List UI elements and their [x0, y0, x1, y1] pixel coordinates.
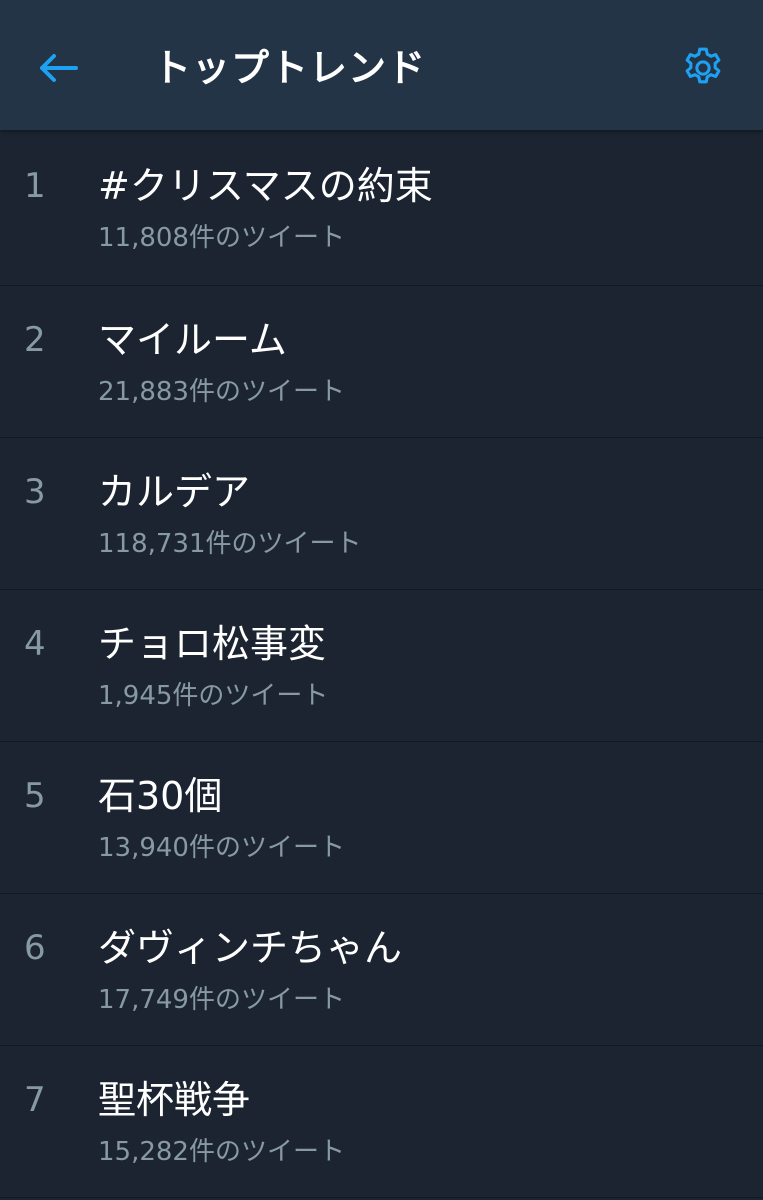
- trend-item[interactable]: 1 #クリスマスの約束 11,808件のツイート: [0, 132, 763, 286]
- top-app-bar: トップトレンド: [0, 0, 763, 130]
- trend-name: #クリスマスの約束: [98, 164, 433, 208]
- trend-item[interactable]: 5 石30個 13,940件のツイート: [0, 742, 763, 894]
- trend-tweet-count: 118,731件のツイート: [98, 529, 362, 559]
- trend-rank: 6: [24, 928, 46, 968]
- trend-item[interactable]: 6 ダヴィンチちゃん 17,749件のツイート: [0, 894, 763, 1046]
- trend-item[interactable]: 4 チョロ松事変 1,945件のツイート: [0, 590, 763, 742]
- trend-tweet-count: 21,883件のツイート: [98, 377, 345, 407]
- arrow-left-icon: [40, 54, 78, 82]
- trend-rank: 3: [24, 472, 46, 512]
- trend-item[interactable]: 3 カルデア 118,731件のツイート: [0, 438, 763, 590]
- trend-rank: 4: [24, 624, 46, 664]
- trend-name: マイルーム: [98, 318, 287, 362]
- trend-rank: 2: [24, 320, 46, 360]
- trend-tweet-count: 17,749件のツイート: [98, 985, 345, 1015]
- trend-name: カルデア: [98, 470, 251, 514]
- trend-rank: 5: [24, 776, 46, 816]
- trend-list: 1 #クリスマスの約束 11,808件のツイート 2 マイルーム 21,883件…: [0, 132, 763, 1198]
- trend-name: 石30個: [98, 774, 223, 818]
- trend-rank: 7: [24, 1080, 46, 1120]
- trend-item[interactable]: 7 聖杯戦争 15,282件のツイート: [0, 1046, 763, 1198]
- trend-item[interactable]: 2 マイルーム 21,883件のツイート: [0, 286, 763, 438]
- trend-tweet-count: 11,808件のツイート: [98, 223, 345, 253]
- trends-screen: トップトレンド 1 #クリスマスの約束 11,808件のツイート 2 マイルーム…: [0, 0, 763, 1200]
- trend-tweet-count: 15,282件のツイート: [98, 1137, 345, 1167]
- trend-name: チョロ松事変: [98, 622, 327, 666]
- trend-name: ダヴィンチちゃん: [98, 926, 403, 970]
- page-title: トップトレンド: [153, 46, 427, 90]
- trend-rank: 1: [24, 166, 46, 206]
- gear-icon: [685, 47, 721, 84]
- trend-tweet-count: 1,945件のツイート: [98, 681, 329, 711]
- trend-tweet-count: 13,940件のツイート: [98, 833, 345, 863]
- trend-name: 聖杯戦争: [98, 1078, 251, 1122]
- settings-button[interactable]: [672, 37, 734, 99]
- back-button[interactable]: [28, 40, 88, 96]
